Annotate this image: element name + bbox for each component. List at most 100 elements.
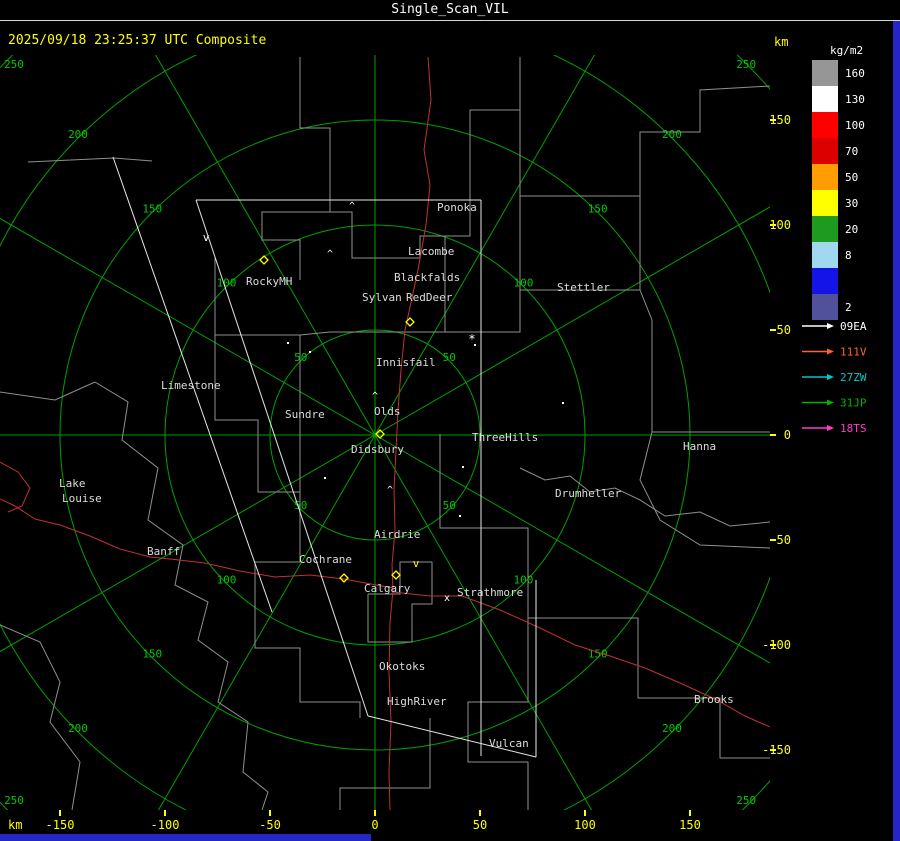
- echo-x-mark: x: [444, 593, 450, 604]
- axis-label-right: -100: [762, 638, 791, 652]
- ring-distance-label: 200: [662, 128, 682, 141]
- radar-site-marker: [339, 573, 349, 583]
- horizontal-scrollbar[interactable]: [0, 834, 371, 841]
- city-label: Banff: [147, 545, 180, 558]
- city-label: Cochrane: [299, 553, 352, 566]
- county-boundary: [215, 331, 445, 336]
- legend-swatch: [812, 190, 838, 216]
- radar-id-label: 27ZW: [840, 371, 867, 384]
- bottom-axis-unit-label: km: [8, 818, 23, 832]
- ring-distance-label: 100: [217, 277, 237, 290]
- axis-label-right: 100: [769, 218, 791, 232]
- city-label: HighRiver: [387, 695, 447, 708]
- radar-id-label: 111V: [840, 346, 867, 359]
- ring-distance-label: 200: [68, 128, 88, 141]
- city-label: Brooks: [694, 693, 734, 706]
- window-title: Single_Scan_VIL: [391, 2, 509, 17]
- town-marker: ^: [372, 391, 378, 402]
- ring-distance-label: 150: [142, 202, 162, 215]
- city-label: Airdrie: [374, 528, 420, 541]
- legend-value: 100: [845, 119, 865, 132]
- echo-dot: [309, 351, 311, 353]
- city-label: ThreeHills: [472, 431, 538, 444]
- legend-value: 2: [845, 301, 852, 314]
- legend-swatch: [812, 268, 838, 294]
- county-boundary: [214, 258, 301, 493]
- radar-arrow-head: [827, 399, 834, 406]
- echo-asterisk: *: [468, 332, 475, 346]
- ring-distance-label: 250: [736, 58, 756, 71]
- town-marker: ^: [327, 249, 333, 260]
- county-boundary: [0, 381, 96, 401]
- ring-distance-label: 150: [142, 648, 162, 661]
- radar-site-marker: [391, 570, 401, 580]
- city-label: Drumheller: [555, 487, 622, 500]
- legend-swatch: [812, 216, 838, 242]
- legend-swatch: [812, 112, 838, 138]
- ring-distance-label: 250: [4, 58, 24, 71]
- echo-dot: [462, 466, 464, 468]
- ring-distance-label: 50: [294, 351, 307, 364]
- ring-distance-label: 50: [443, 351, 456, 364]
- ring-distance-label: 100: [514, 277, 534, 290]
- vertical-scrollbar[interactable]: [893, 21, 900, 841]
- ring-distance-label: 100: [514, 573, 534, 586]
- city-label: Lake: [59, 477, 86, 490]
- legend-value: 50: [845, 171, 858, 184]
- axis-label-bottom: 0: [371, 818, 378, 832]
- city-label: Hanna: [683, 440, 716, 453]
- axis-label-right: -50: [769, 533, 791, 547]
- axis-label-bottom: 50: [473, 818, 487, 832]
- county-boundary: [339, 718, 431, 810]
- city-label: Olds: [374, 405, 401, 418]
- legend-value: 20: [845, 223, 858, 236]
- legend-swatch: [812, 86, 838, 112]
- axis-label-right: -150: [762, 743, 791, 757]
- city-label: RedDeer: [406, 291, 453, 304]
- city-label: Okotoks: [379, 660, 425, 673]
- city-label: Innisfail: [376, 356, 436, 369]
- city-label: Blackfalds: [394, 271, 460, 284]
- city-label: Calgary: [364, 582, 411, 595]
- city-label: Sylvan: [362, 291, 402, 304]
- ring-distance-label: 250: [4, 794, 24, 807]
- city-label: Strathmore: [457, 586, 523, 599]
- radar-arrow-head: [827, 425, 834, 431]
- legend-value: 8: [845, 249, 852, 262]
- axis-label-bottom: 100: [574, 818, 596, 832]
- legend-value: 130: [845, 93, 865, 106]
- county-boundary: [467, 618, 529, 810]
- echo-dot: [287, 342, 289, 344]
- axis-label-bottom: -100: [151, 818, 180, 832]
- radar-map[interactable]: 505050 50100100100 100150150150 15020020020…: [0, 0, 900, 841]
- ring-distance-label: 50: [443, 499, 456, 512]
- county-boundary: [519, 57, 770, 197]
- echo-dot: [324, 477, 326, 479]
- city-label: Lacombe: [408, 245, 454, 258]
- radar-id-label: 09EA: [840, 320, 867, 333]
- radar-arrow-head: [827, 374, 834, 380]
- ring-distance-label: 250: [736, 794, 756, 807]
- highway: [0, 461, 31, 513]
- county-boundary: [0, 624, 81, 810]
- city-label: Stettler: [557, 281, 610, 294]
- town-marker: ^: [387, 485, 393, 496]
- legend-swatch: [812, 294, 838, 320]
- city-label: RockyMH: [246, 275, 292, 288]
- county-boundary: [519, 196, 641, 291]
- city-label: Ponoka: [437, 201, 477, 214]
- legend-swatch: [812, 138, 838, 164]
- radar-arrow-head: [827, 323, 834, 329]
- right-axis-unit-label: km: [774, 35, 789, 49]
- axis-label-right: 50: [777, 323, 791, 337]
- storm-vector-mark: v: [413, 557, 420, 570]
- ring-distance-label: 150: [588, 202, 608, 215]
- highway: [0, 498, 394, 589]
- legend-swatch: [812, 164, 838, 190]
- legend-unit-label: kg/m2: [830, 44, 864, 57]
- axis-label-bottom: -150: [46, 818, 75, 832]
- window-title-bar: Single_Scan_VIL: [0, 0, 900, 21]
- radar-id-label: 31JP: [840, 397, 867, 410]
- city-label: Louise: [62, 492, 102, 505]
- city-label: Vulcan: [489, 737, 529, 750]
